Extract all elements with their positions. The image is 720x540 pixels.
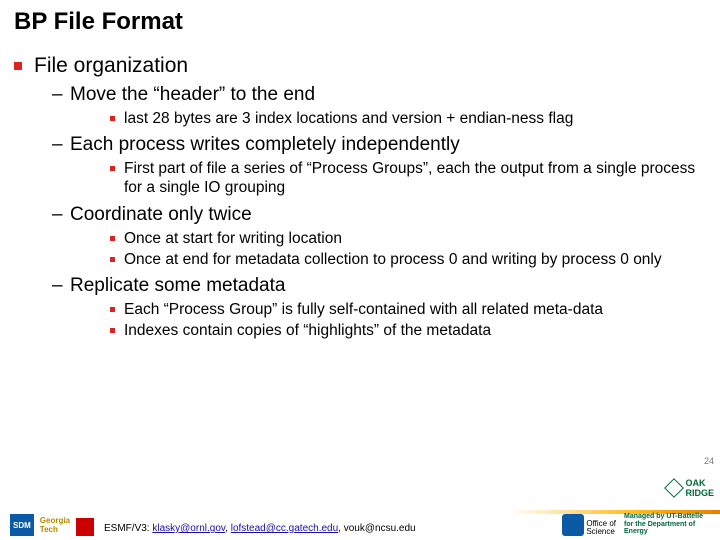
gatech-logo: Georgia Tech bbox=[40, 514, 70, 536]
science-logo-icon bbox=[562, 514, 584, 536]
bullet-l2: Coordinate only twice Once at start for … bbox=[34, 204, 706, 270]
science-logo-text: Office of Science bbox=[586, 520, 616, 536]
bullet-l3: Indexes contain copies of “highlights” o… bbox=[70, 321, 706, 340]
bullet-l2: Move the “header” to the end last 28 byt… bbox=[34, 84, 706, 128]
bullet-l2-text: Move the “header” to the end bbox=[70, 84, 315, 105]
bullet-l3: Once at start for writing location bbox=[70, 229, 706, 248]
footer-email-link[interactable]: klasky@ornl.gov bbox=[152, 523, 225, 534]
managed-by-text: Managed by UT-Battelle for the Departmen… bbox=[624, 513, 714, 536]
bullet-l2: Each process writes completely independe… bbox=[34, 134, 706, 198]
bullet-l2-text: Each process writes completely independe… bbox=[70, 134, 460, 155]
bullet-list: File organization Move the “header” to t… bbox=[14, 54, 706, 341]
slide-number: 24 bbox=[704, 456, 714, 466]
bullet-l2-text: Replicate some metadata bbox=[70, 275, 285, 296]
slide-title: BP File Format bbox=[14, 8, 706, 36]
footer: SDM Georgia Tech ESMF/V3: klasky@ornl.go… bbox=[0, 496, 720, 536]
bullet-l1-text: File organization bbox=[34, 54, 188, 77]
bullet-l3: Once at end for metadata collection to p… bbox=[70, 250, 706, 269]
bullet-l3: Each “Process Group” is fully self-conta… bbox=[70, 300, 706, 319]
footer-right: 24 Office of Science Managed by UT-Batte… bbox=[550, 496, 720, 536]
bullet-l3: last 28 bytes are 3 index locations and … bbox=[70, 109, 706, 128]
bullet-l3: First part of file a series of “Process … bbox=[70, 159, 706, 198]
footer-email-link[interactable]: lofstead@cc.gatech.edu bbox=[231, 523, 338, 534]
leaf-icon bbox=[665, 478, 685, 498]
bullet-l2: Replicate some metadata Each “Process Gr… bbox=[34, 275, 706, 341]
ncsu-logo bbox=[76, 518, 94, 536]
footer-contact: ESMF/V3: klasky@ornl.gov, lofstead@cc.ga… bbox=[94, 523, 550, 536]
sdm-logo: SDM bbox=[10, 514, 34, 536]
ornl-text: OAK RIDGE bbox=[685, 478, 714, 498]
ornl-logo: OAK RIDGE bbox=[667, 478, 714, 498]
bullet-l1: File organization Move the “header” to t… bbox=[14, 54, 706, 341]
bullet-l2-text: Coordinate only twice bbox=[70, 204, 252, 225]
slide: BP File Format File organization Move th… bbox=[0, 0, 720, 540]
footer-sep: , vouk@ncsu.edu bbox=[338, 523, 415, 534]
sdm-logo-text: SDM bbox=[13, 521, 31, 530]
footer-prefix: ESMF/V3: bbox=[104, 523, 152, 534]
footer-logos-left: SDM Georgia Tech bbox=[0, 514, 94, 536]
